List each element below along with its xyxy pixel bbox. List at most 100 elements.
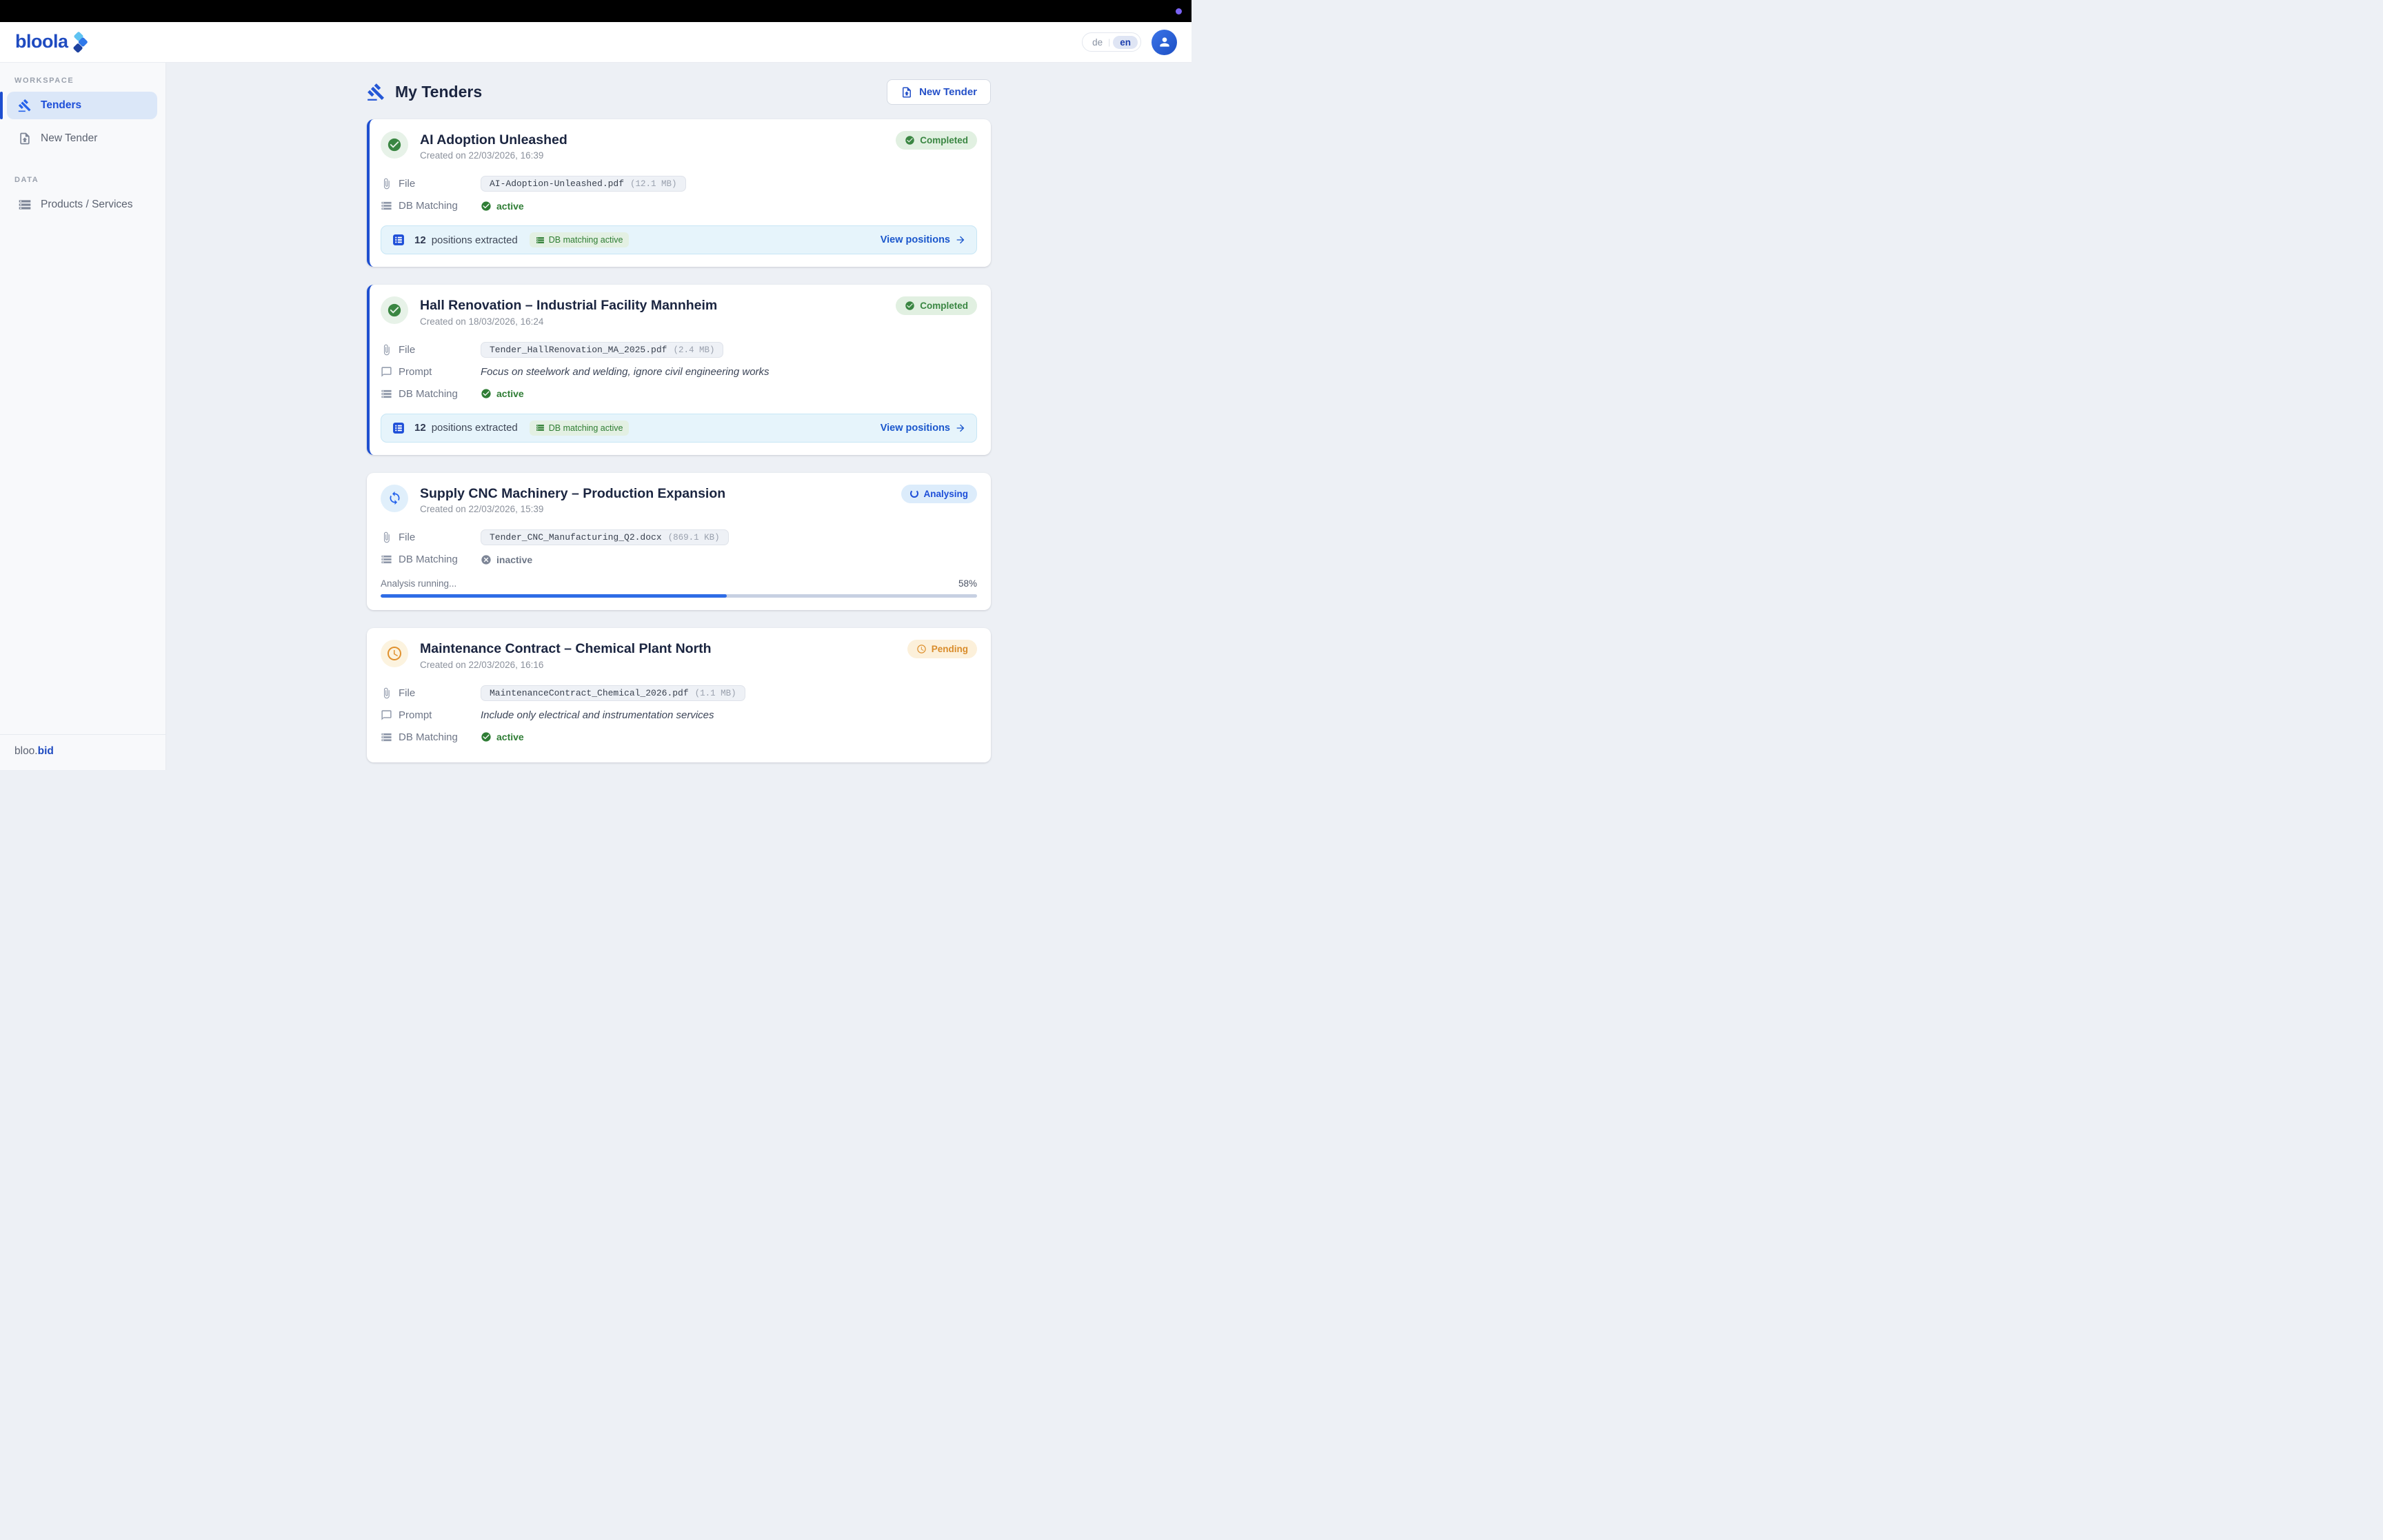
database-icon [381, 200, 392, 212]
tender-title: Maintenance Contract – Chemical Plant No… [420, 640, 896, 657]
gavel-icon [18, 99, 32, 112]
arrow-right-icon [955, 423, 966, 434]
database-icon [18, 198, 32, 212]
sidebar-item-label: Tenders [41, 99, 81, 112]
file-chip: Tender_CNC_Manufacturing_Q2.docx (869.1 … [481, 529, 729, 545]
sidebar-item-products-services[interactable]: Products / Services [7, 191, 157, 219]
tender-title: AI Adoption Unleashed [420, 132, 884, 148]
table-icon [392, 233, 405, 247]
db-matching-label: DB Matching [381, 200, 481, 212]
db-matching-active-pill: DB matching active [530, 232, 630, 247]
os-topbar [0, 0, 1192, 22]
positions-summary: 12 positions extracted DB matching activ… [381, 414, 977, 443]
tender-created: Created on 22/03/2026, 15:39 [420, 504, 889, 514]
lang-divider: | [1108, 37, 1110, 47]
database-icon [381, 388, 392, 400]
logo-text: bloola [15, 31, 68, 52]
sidebar-section-data: DATA [0, 176, 165, 191]
tender-created: Created on 22/03/2026, 16:39 [420, 150, 884, 161]
tender-card-hall-renovation: Hall Renovation – Industrial Facility Ma… [367, 285, 991, 454]
db-matching-status: active [481, 201, 524, 212]
tender-card-cnc-machinery: Supply CNC Machinery – Production Expans… [367, 473, 991, 610]
lang-option-de[interactable]: de [1089, 37, 1105, 48]
page-title: My Tenders [395, 83, 482, 101]
positions-text: positions extracted [432, 234, 518, 246]
notification-dot [1176, 8, 1182, 14]
sidebar: WORKSPACE Tenders New Tender DATA Produc… [0, 63, 166, 770]
db-matching-label: DB Matching [381, 731, 481, 743]
paperclip-icon [381, 344, 392, 356]
spinner-icon [910, 489, 918, 498]
chat-bubble-icon [381, 366, 392, 378]
progress-label: Analysis running... [381, 578, 456, 589]
check-circle-icon [905, 135, 915, 145]
prompt-text: Focus on steelwork and welding, ignore c… [481, 366, 770, 378]
tender-card-ai-adoption: AI Adoption Unleashed Created on 22/03/2… [367, 119, 991, 267]
file-label: File [381, 531, 481, 543]
sidebar-item-new-tender[interactable]: New Tender [7, 125, 157, 152]
file-chip: Tender_HallRenovation_MA_2025.pdf (2.4 M… [481, 342, 723, 358]
sync-icon [388, 491, 402, 505]
person-icon [1158, 35, 1172, 49]
positions-count: 12 [414, 422, 426, 434]
analysis-progress: Analysis running... 58% [381, 578, 977, 598]
check-circle-icon [481, 201, 492, 212]
database-icon [381, 731, 392, 743]
progress-bar-fill [381, 594, 727, 598]
db-matching-status: inactive [481, 554, 532, 565]
status-badge-completed: Completed [896, 131, 977, 150]
tender-title: Hall Renovation – Industrial Facility Ma… [420, 297, 884, 314]
status-circle [381, 640, 408, 667]
bloola-logo: bloola [15, 31, 88, 53]
tender-created: Created on 22/03/2026, 16:16 [420, 660, 896, 670]
file-chip: MaintenanceContract_Chemical_2026.pdf (1… [481, 685, 745, 701]
file-label: File [381, 687, 481, 699]
paperclip-icon [381, 178, 392, 190]
status-badge-completed: Completed [896, 296, 977, 315]
file-chip: AI-Adoption-Unleashed.pdf (12.1 MB) [481, 176, 686, 192]
db-matching-status: active [481, 388, 524, 399]
db-matching-label: DB Matching [381, 554, 481, 565]
gavel-icon [367, 83, 385, 101]
sidebar-item-label: Products / Services [41, 199, 133, 211]
status-circle [381, 485, 408, 512]
arrow-right-icon [955, 234, 966, 245]
view-positions-link[interactable]: View positions [881, 234, 966, 245]
sidebar-item-tenders[interactable]: Tenders [7, 92, 157, 119]
db-matching-label: DB Matching [381, 388, 481, 400]
progress-bar-track [381, 594, 977, 598]
status-circle [381, 131, 408, 159]
logo-diamonds-icon [70, 31, 88, 53]
language-toggle[interactable]: de | en [1082, 32, 1141, 52]
status-badge-analysing: Analysing [901, 485, 977, 503]
chat-bubble-icon [381, 709, 392, 721]
positions-summary: 12 positions extracted DB matching activ… [381, 225, 977, 254]
clock-icon [916, 644, 927, 654]
prompt-text: Include only electrical and instrumentat… [481, 709, 714, 721]
status-circle [381, 296, 408, 324]
user-avatar-button[interactable] [1152, 30, 1177, 55]
view-positions-link[interactable]: View positions [881, 423, 966, 434]
database-icon [381, 554, 392, 565]
clock-icon [386, 645, 403, 662]
check-circle-icon [905, 301, 915, 311]
paperclip-icon [381, 687, 392, 699]
main-area: My Tenders New Tender AI Adoption Unleas… [166, 63, 1192, 770]
check-circle-icon [481, 388, 492, 399]
new-tender-button[interactable]: New Tender [887, 79, 991, 105]
sidebar-footer-brand: bloo.bid [0, 734, 165, 770]
cancel-circle-icon [481, 554, 492, 565]
lang-option-en[interactable]: en [1113, 36, 1138, 49]
tender-card-maintenance-contract: Maintenance Contract – Chemical Plant No… [367, 628, 991, 762]
check-circle-icon [481, 731, 492, 742]
progress-percent: 58% [958, 578, 977, 589]
positions-count: 12 [414, 234, 426, 246]
status-badge-pending: Pending [907, 640, 977, 658]
check-circle-icon [387, 303, 402, 318]
app-header: bloola de | en [0, 22, 1192, 63]
sidebar-item-label: New Tender [41, 132, 97, 145]
database-icon [536, 236, 545, 245]
upload-file-icon [18, 132, 32, 145]
sidebar-section-workspace: WORKSPACE [0, 77, 165, 92]
tender-title: Supply CNC Machinery – Production Expans… [420, 485, 889, 502]
